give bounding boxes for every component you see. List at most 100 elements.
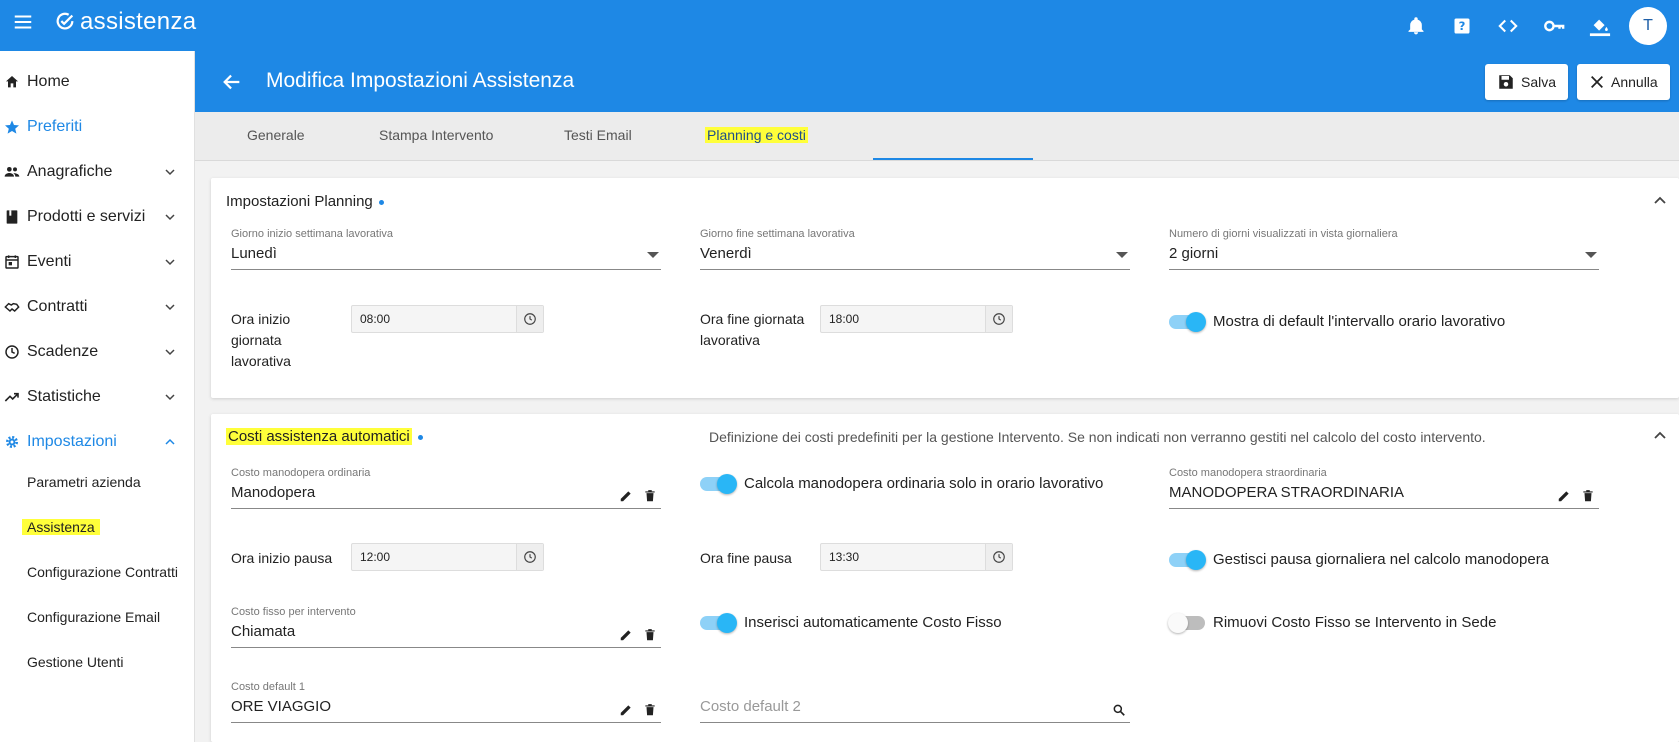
calendar-icon [5,255,19,269]
sidebar-item-statistiche[interactable]: Statistiche [0,377,195,417]
handshake-icon [4,302,20,312]
chevron-down-icon [165,394,175,401]
key-button[interactable] [1531,6,1577,46]
save-icon [1499,75,1513,89]
dropdown-arrow-icon [1116,252,1128,258]
sidebar-subitem-assistenza[interactable]: Assistenza [22,519,100,535]
menu-icon[interactable] [12,11,34,33]
help-button[interactable]: ? [1439,6,1485,46]
manage-break-toggle[interactable] [1169,550,1206,570]
notifications-button[interactable] [1393,6,1439,46]
fixed-cost-field[interactable]: Costo fisso per intervento Chiamata [231,606,661,648]
days-view-select[interactable]: Numero di giorni visualizzati in vista g… [1169,228,1599,270]
page-header: Modifica Impostazioni Assistenza Salva A… [195,51,1679,112]
arrow-back-icon[interactable] [221,71,243,93]
calc-ordinary-label: Calcola manodopera ordinaria solo in ora… [744,475,1104,492]
chevron-up-icon[interactable] [1653,428,1667,442]
sidebar-item-eventi[interactable]: Eventi [0,242,195,282]
tab-testi-email[interactable]: Testi Email [564,127,632,143]
sidebar-subitem-parametri[interactable]: Parametri azienda [27,474,141,490]
delete-icon[interactable] [643,489,657,503]
close-icon [1591,76,1603,88]
costs-description: Definizione dei costi predefiniti per la… [709,429,1486,445]
chevron-down-icon [165,214,175,221]
tab-generale[interactable]: Generale [247,127,305,143]
clock-icon[interactable] [516,306,543,332]
overtime-labor-field[interactable]: Costo manodopera straordinaria MANODOPER… [1169,467,1599,509]
end-hour-label: Ora fine giornata lavorativa [700,311,805,348]
break-start-label: Ora inizio pausa [231,550,333,566]
clock-icon[interactable] [516,544,543,570]
sidebar-subitem-contratti[interactable]: Configurazione Contratti [27,564,178,580]
edit-icon[interactable] [619,628,633,642]
app-name: assistenza [80,8,197,35]
show-interval-toggle[interactable] [1169,312,1206,332]
sidebar-item-anagrafiche[interactable]: Anagrafiche [0,152,195,192]
avatar[interactable]: T [1629,6,1667,45]
sidebar-item-contratti[interactable]: Contratti [0,287,195,327]
costs-card-title[interactable]: Costi assistenza automatici [226,428,423,445]
planning-card-title[interactable]: Impostazioni Planning [226,193,384,210]
required-dot [378,199,384,205]
sidebar-item-prodotti[interactable]: Prodotti e servizi [0,197,195,237]
sidebar-item-home[interactable]: Home [0,62,195,102]
edit-icon[interactable] [619,489,633,503]
tab-stampa-intervento[interactable]: Stampa Intervento [379,127,493,143]
delete-icon[interactable] [643,703,657,717]
star-icon [5,120,19,134]
delete-icon[interactable] [1581,489,1595,503]
auto-fixed-toggle[interactable] [700,613,737,633]
active-tab-indicator [873,158,1033,160]
chevron-up-icon[interactable] [1653,193,1667,207]
clock-icon[interactable] [985,544,1012,570]
page-title: Modifica Impostazioni Assistenza [266,69,575,92]
tab-bar: Generale Stampa Intervento Testi Email P… [195,112,1679,161]
clock-icon[interactable] [985,306,1012,332]
trending-up-icon [4,392,19,402]
tab-planning-costi[interactable]: Planning e costi [705,127,808,143]
cancel-button[interactable]: Annulla [1577,64,1670,100]
delete-icon[interactable] [643,628,657,642]
sidebar-item-scadenze[interactable]: Scadenze [0,332,195,372]
required-dot [417,434,423,440]
start-hour-input[interactable]: 08:00 [351,305,544,333]
break-start-input[interactable]: 12:00 [351,543,544,571]
planning-settings-card: Impostazioni Planning Giorno inizio sett… [211,178,1679,398]
default-cost-2-field[interactable]: Costo default 2 [700,681,1130,723]
check-circle-icon [56,12,74,30]
remove-fixed-toggle[interactable] [1168,613,1205,633]
calc-ordinary-toggle[interactable] [700,474,737,494]
sidebar: Home Preferiti Anagrafiche Prodotti e se… [0,51,195,742]
key-icon [1544,20,1565,31]
people-icon [4,167,20,177]
top-bar: assistenza ? T [0,0,1679,51]
clock-icon [5,345,19,359]
chevron-down-icon [165,349,175,356]
sidebar-item-preferiti[interactable]: Preferiti [0,107,195,147]
default-cost-1-field[interactable]: Costo default 1 ORE VIAGGIO [231,681,661,723]
end-day-select[interactable]: Giorno fine settimana lavorativa Venerdì [700,228,1130,270]
sidebar-subitem-email[interactable]: Configurazione Email [27,609,160,625]
ordinary-labor-field[interactable]: Costo manodopera ordinaria Manodopera [231,467,661,509]
theme-button[interactable] [1577,6,1623,46]
code-button[interactable] [1485,6,1531,46]
sidebar-subitem-utenti[interactable]: Gestione Utenti [27,654,124,670]
chevron-down-icon [165,169,175,176]
sidebar-item-impostazioni[interactable]: Impostazioni [0,422,195,462]
bell-icon [1408,16,1424,34]
search-icon[interactable] [1112,703,1126,717]
break-end-label: Ora fine pausa [700,550,792,566]
save-button[interactable]: Salva [1485,64,1569,100]
auto-fixed-label: Inserisci automaticamente Costo Fisso [744,614,1002,631]
end-hour-input[interactable]: 18:00 [820,305,1013,333]
dropdown-arrow-icon [1585,252,1597,258]
edit-icon[interactable] [619,703,633,717]
start-day-select[interactable]: Giorno inizio settimana lavorativa Luned… [231,228,661,270]
chevron-down-icon [165,304,175,311]
break-end-input[interactable]: 13:30 [820,543,1013,571]
home-icon [6,76,18,88]
dropdown-arrow-icon [647,252,659,258]
edit-icon[interactable] [1557,489,1571,503]
app-logo[interactable]: assistenza [54,8,196,36]
remove-fixed-label: Rimuovi Costo Fisso se Intervento in Sed… [1213,614,1497,631]
